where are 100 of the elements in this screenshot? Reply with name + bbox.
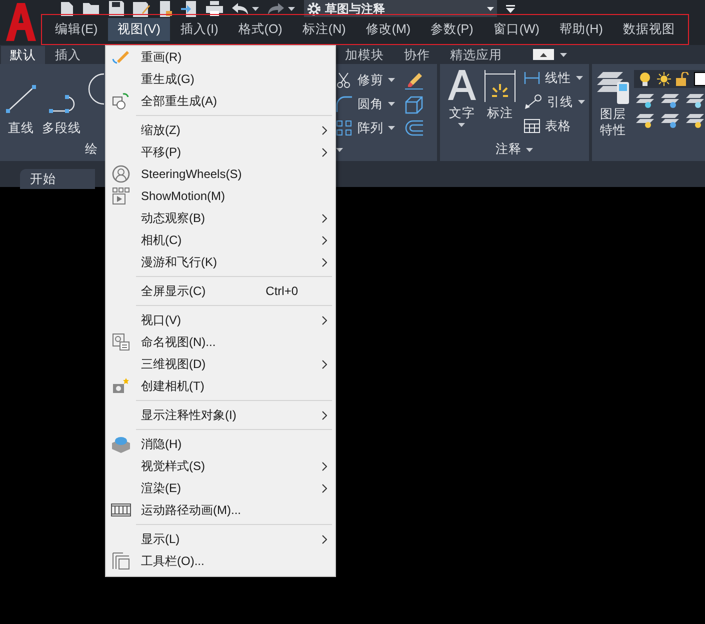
menu-item[interactable]: 相机(C) — [106, 229, 335, 251]
ribbon-tab[interactable]: 插入 — [46, 46, 90, 64]
menu-bar-item[interactable]: 参数(P) — [420, 18, 484, 41]
menu-item[interactable]: 视觉样式(S) — [106, 455, 335, 477]
bulb-icon — [638, 72, 652, 86]
offset-icon — [405, 120, 424, 136]
ribbon-tab[interactable]: 默认 — [1, 46, 45, 64]
menu-item[interactable]: 创建相机(T) — [106, 375, 335, 397]
modify-tool[interactable]: 圆角 — [357, 94, 384, 114]
menu-item[interactable]: 全部重生成(A) — [106, 90, 335, 112]
menu-item[interactable]: 运动路径动画(M)... — [106, 499, 335, 521]
save-icon[interactable] — [109, 1, 124, 16]
menu-item[interactable]: 工具栏(O)... — [106, 550, 335, 572]
modify-tool[interactable]: 修剪 — [357, 70, 384, 90]
ribbon-tab[interactable]: 加模块 — [336, 46, 393, 64]
menu-item[interactable]: 动态观察(B) — [106, 207, 335, 229]
fillet-icon — [336, 96, 352, 112]
save-as-icon[interactable] — [133, 0, 150, 16]
pencil-icon — [112, 50, 130, 64]
menu-bar-item[interactable]: 视图(V) — [108, 18, 170, 41]
padlock-icon — [676, 72, 689, 86]
redo-icon[interactable] — [268, 2, 284, 14]
camera-icon — [112, 377, 130, 395]
menu-item[interactable]: 视口(V) — [106, 309, 335, 331]
file-tab[interactable]: 开始 — [20, 169, 95, 190]
menu-item[interactable]: 重生成(G) — [106, 68, 335, 90]
dimension-tool[interactable]: 标注 — [486, 104, 513, 123]
box-icon — [405, 96, 424, 114]
menu-item[interactable]: 缩放(Z) — [106, 119, 335, 141]
chevron-right-icon — [322, 360, 326, 368]
ribbon-tab[interactable]: 协作 — [395, 46, 439, 64]
menu-bar-item[interactable]: 标注(N) — [292, 18, 356, 41]
menu-bar-item[interactable]: 格式(O) — [228, 18, 292, 41]
polyline-tool[interactable]: 多段线 — [42, 119, 81, 138]
dimension-icon — [484, 70, 516, 102]
eraser-icon — [405, 72, 424, 90]
menu-bar-item[interactable]: 修改(M) — [356, 18, 421, 41]
caret-icon — [458, 122, 466, 127]
modify-tool[interactable]: 阵列 — [357, 118, 384, 138]
menu-bar-item[interactable]: 帮助(H) — [550, 18, 613, 41]
export-icon[interactable] — [181, 0, 197, 16]
menu-bar-item[interactable]: 数据视图 — [612, 18, 685, 41]
line-tool[interactable]: 直线 — [8, 119, 34, 138]
menu-item[interactable]: 显示注释性对象(I) — [106, 404, 335, 426]
undo-icon[interactable] — [232, 2, 248, 14]
polyline-icon — [48, 95, 76, 114]
toolbar-icon — [112, 552, 130, 570]
chevron-right-icon — [322, 236, 326, 244]
menu-item[interactable]: 渲染(E) — [106, 477, 335, 499]
layer-icon — [636, 114, 654, 128]
customize-icon[interactable] — [506, 4, 515, 12]
ribbon-tab[interactable]: 精选应用 — [441, 46, 511, 64]
shortcut-label: Ctrl+0 — [266, 283, 298, 300]
menu-item[interactable]: SteeringWheels(S) — [106, 163, 335, 185]
chevron-right-icon — [322, 462, 326, 470]
chevron-right-icon — [322, 148, 326, 156]
annotation-tool[interactable]: 引线 — [546, 92, 573, 112]
gear-icon — [307, 2, 321, 16]
chevron-right-icon — [322, 316, 326, 324]
table-icon — [524, 119, 540, 133]
layer-icon — [686, 114, 704, 128]
annotation-tool[interactable]: 线性 — [544, 68, 571, 88]
layer-icon — [660, 114, 679, 128]
caret-icon — [252, 6, 259, 10]
menu-bar-item[interactable]: 插入(I) — [170, 18, 228, 41]
film-strip-icon — [111, 503, 131, 517]
caret-icon — [288, 6, 295, 10]
workspace-dropdown[interactable]: 草图与注释 — [304, 0, 497, 17]
menu-bar-item[interactable]: 窗口(W) — [483, 18, 550, 41]
menu-item[interactable]: ShowMotion(M) — [106, 185, 335, 207]
caret-icon — [576, 76, 583, 80]
menu-item[interactable]: 命名视图(N)... — [106, 331, 335, 353]
caret-icon — [578, 100, 585, 104]
menu-item[interactable]: 消隐(H) — [106, 433, 335, 455]
color-swatch-icon — [694, 72, 705, 86]
caret-icon — [526, 148, 534, 152]
regenerate-icon — [112, 92, 130, 110]
menu-item[interactable]: 全屏显示(C) Ctrl+0 — [106, 280, 335, 302]
caret-icon — [388, 126, 396, 130]
menu-item[interactable]: 重画(R) — [106, 46, 335, 68]
menu-item[interactable]: 平移(P) — [106, 141, 335, 163]
minimize-ribbon-icon[interactable] — [533, 49, 554, 60]
print-icon[interactable] — [206, 1, 223, 16]
annotation-tool[interactable]: 表格 — [544, 116, 571, 136]
menu-item[interactable]: 漫游和飞行(K) — [106, 251, 335, 273]
menu-item[interactable]: 三维视图(D) — [106, 353, 335, 375]
text-tool-icon — [448, 70, 476, 100]
steering-wheel-icon — [112, 165, 130, 183]
device-icon[interactable] — [159, 0, 172, 16]
caret-icon — [487, 6, 494, 10]
text-tool[interactable]: 文字 — [448, 104, 475, 123]
cube-icon — [111, 435, 131, 453]
new-file-icon[interactable] — [60, 0, 74, 16]
layer-properties-tool[interactable]: 图层特性 — [598, 106, 627, 138]
chevron-right-icon — [322, 410, 326, 420]
sun-icon — [656, 72, 671, 86]
menu-item[interactable]: 显示(L) — [106, 528, 335, 550]
film-frames-icon — [112, 187, 130, 205]
folder-icon[interactable] — [83, 1, 100, 16]
menu-bar-item[interactable]: 编辑(E) — [45, 18, 108, 41]
